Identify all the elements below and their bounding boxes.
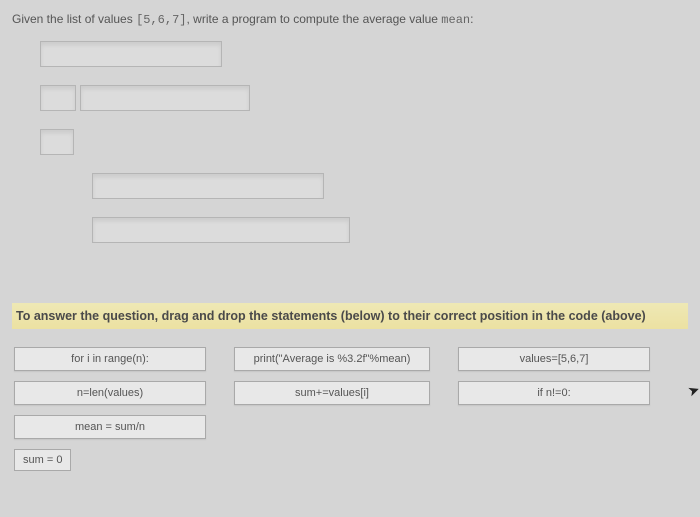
- draggable-label: if n!=0:: [537, 387, 570, 399]
- draggable-label: sum+=values[i]: [295, 387, 369, 399]
- source-row-4: sum = 0: [14, 449, 686, 471]
- drop-row-4: [92, 173, 688, 199]
- draggable-if-nonzero[interactable]: if n!=0:: [458, 381, 650, 405]
- drop-slot[interactable]: [92, 217, 350, 243]
- question-code-snippet: [5,6,7]: [136, 13, 186, 27]
- drop-row-5: [92, 217, 688, 243]
- question-suffix: :: [470, 12, 473, 26]
- draggable-label: for i in range(n):: [71, 353, 149, 365]
- draggable-label: mean = sum/n: [75, 421, 145, 433]
- source-row-1: for i in range(n): print("Average is %3.…: [14, 347, 686, 371]
- question-middle: , write a program to compute the average…: [186, 12, 441, 26]
- draggable-label: n=len(values): [77, 387, 143, 399]
- source-statements-area: for i in range(n): print("Average is %3.…: [12, 347, 688, 471]
- source-row-2: n=len(values) sum+=values[i] if n!=0:: [14, 381, 686, 405]
- source-row-3: mean = sum/n: [14, 415, 686, 439]
- draggable-mean-assign[interactable]: mean = sum/n: [14, 415, 206, 439]
- question-prefix: Given the list of values: [12, 12, 136, 26]
- drop-slot[interactable]: [80, 85, 250, 111]
- question-prompt: Given the list of values [5,6,7], write …: [12, 12, 688, 27]
- draggable-label: sum = 0: [23, 454, 62, 466]
- drop-row-3: [40, 129, 688, 155]
- draggable-label: print("Average is %3.2f"%mean): [254, 353, 411, 365]
- draggable-for-loop[interactable]: for i in range(n):: [14, 347, 206, 371]
- draggable-sum-init[interactable]: sum = 0: [14, 449, 71, 471]
- code-drop-area: [40, 41, 688, 243]
- draggable-label: values=[5,6,7]: [520, 353, 589, 365]
- draggable-values-init[interactable]: values=[5,6,7]: [458, 347, 650, 371]
- drop-slot[interactable]: [40, 85, 76, 111]
- drop-row-2: [40, 85, 688, 111]
- draggable-len[interactable]: n=len(values): [14, 381, 206, 405]
- drop-slot[interactable]: [40, 129, 74, 155]
- instruction-text: To answer the question, drag and drop th…: [12, 303, 688, 329]
- draggable-sum-accumulate[interactable]: sum+=values[i]: [234, 381, 430, 405]
- drop-slot[interactable]: [40, 41, 222, 67]
- draggable-print[interactable]: print("Average is %3.2f"%mean): [234, 347, 430, 371]
- question-code-var: mean: [441, 13, 470, 27]
- drop-slot[interactable]: [92, 173, 324, 199]
- drop-row-1: [40, 41, 688, 67]
